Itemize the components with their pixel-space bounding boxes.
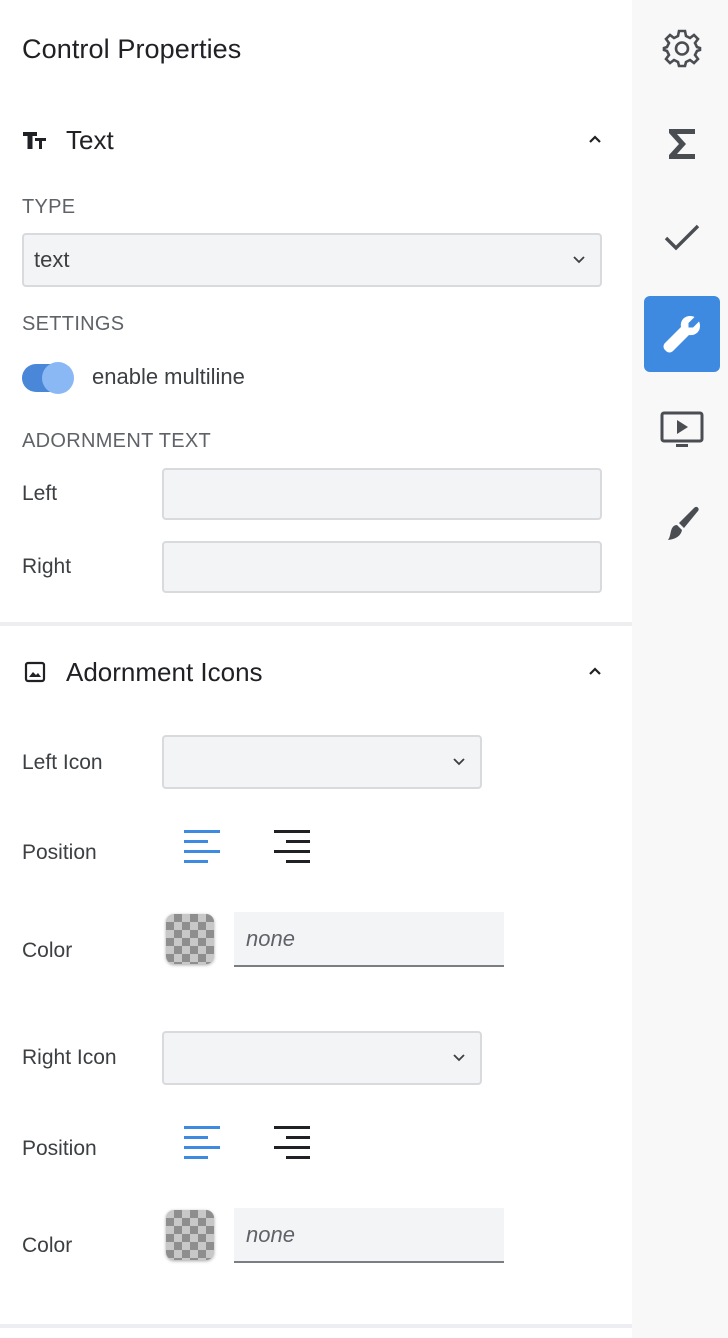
gear-icon xyxy=(662,29,702,68)
left-text-label: Left xyxy=(22,482,58,505)
align-right-button[interactable] xyxy=(272,1122,312,1162)
left-position-label: Position xyxy=(22,841,97,864)
check-icon xyxy=(664,224,700,251)
properties-rail-button[interactable] xyxy=(644,296,720,372)
panel-title: Control Properties xyxy=(22,34,242,64)
sigma-icon xyxy=(669,129,695,159)
align-right-icon xyxy=(274,830,310,863)
left-text-input[interactable] xyxy=(162,468,602,520)
preview-rail-button[interactable] xyxy=(644,392,720,468)
chevron-down-icon xyxy=(452,755,466,769)
right-color-value: none xyxy=(246,1221,295,1247)
type-select[interactable]: text xyxy=(22,233,602,287)
type-heading: TYPE xyxy=(22,196,76,218)
icons-section-header[interactable]: Adornment Icons xyxy=(22,652,612,692)
right-color-swatch[interactable] xyxy=(166,1210,214,1260)
wrench-icon xyxy=(663,316,700,353)
align-left-button[interactable] xyxy=(182,1122,222,1162)
align-right-button[interactable] xyxy=(272,826,312,866)
toggle-knob xyxy=(42,362,74,394)
align-left-button[interactable] xyxy=(182,826,222,866)
multiline-label: enable multiline xyxy=(92,364,245,389)
brush-icon xyxy=(668,506,699,540)
chevron-up-icon[interactable] xyxy=(584,660,606,682)
chevron-up-icon[interactable] xyxy=(584,128,606,150)
left-color-input[interactable]: none xyxy=(234,912,504,967)
text-section-title: Text xyxy=(66,124,114,155)
right-color-label: Color xyxy=(22,1234,73,1257)
slideshow-icon xyxy=(660,411,704,447)
right-icon-select[interactable] xyxy=(162,1031,482,1085)
align-left-icon xyxy=(184,1126,220,1159)
chevron-down-icon xyxy=(572,253,586,267)
right-position-label: Position xyxy=(22,1137,97,1160)
settings-heading: SETTINGS xyxy=(22,313,125,335)
properties-panel: Control Properties Text TYPE text SETTIN… xyxy=(0,0,632,1338)
sigma-rail-button[interactable] xyxy=(644,106,720,182)
right-text-label: Right xyxy=(22,555,72,578)
left-icon-label: Left Icon xyxy=(22,751,103,774)
type-select-value: text xyxy=(34,247,70,272)
section-divider xyxy=(0,622,632,626)
right-text-input[interactable] xyxy=(162,541,602,593)
icons-section-title: Adornment Icons xyxy=(66,656,263,687)
left-color-value: none xyxy=(246,925,295,951)
chevron-down-icon xyxy=(452,1051,466,1065)
align-left-icon xyxy=(184,830,220,863)
section-divider xyxy=(0,1324,632,1328)
text-section-header[interactable]: Text xyxy=(22,120,612,160)
style-rail-button[interactable] xyxy=(644,486,720,562)
settings-rail-button[interactable] xyxy=(644,10,720,86)
image-icon xyxy=(20,657,50,687)
align-right-icon xyxy=(274,1126,310,1159)
multiline-toggle[interactable] xyxy=(22,360,74,394)
left-color-swatch[interactable] xyxy=(166,914,214,964)
left-color-label: Color xyxy=(22,939,73,962)
right-icon-label: Right Icon xyxy=(22,1046,117,1069)
adornment-text-heading: ADORNMENT TEXT xyxy=(22,430,212,452)
validation-rail-button[interactable] xyxy=(644,200,720,276)
left-icon-select[interactable] xyxy=(162,735,482,789)
right-color-input[interactable]: none xyxy=(234,1208,504,1263)
text-size-icon xyxy=(20,125,50,155)
